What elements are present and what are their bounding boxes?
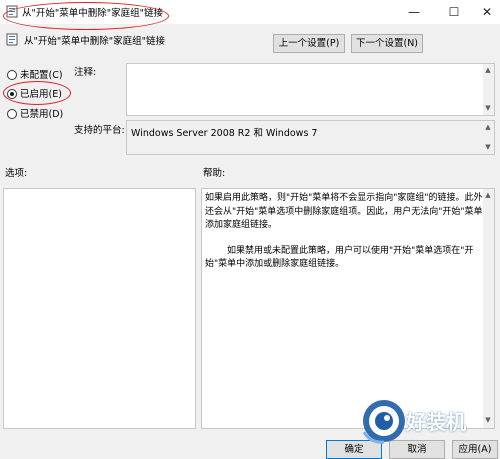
red-annotation-circle-title bbox=[3, 2, 169, 30]
radio-disabled[interactable]: 已禁用(D) bbox=[7, 106, 63, 120]
platform-scrollbar[interactable]: ▲ ▼ bbox=[483, 121, 494, 154]
scroll-down-icon[interactable]: ▼ bbox=[483, 143, 493, 151]
help-paragraph-2: 如果禁用或未配置此策略，用户可以使用"开始"菜单选项在"开始"菜单中添加或删除家… bbox=[205, 245, 474, 270]
options-pane bbox=[3, 188, 196, 429]
radio-label-disabled: 已禁用(D) bbox=[20, 109, 64, 120]
help-label: 帮助: bbox=[203, 168, 226, 179]
minimize-button[interactable]: — bbox=[397, 0, 431, 24]
scroll-up-icon[interactable]: ▲ bbox=[483, 66, 493, 74]
scroll-down-icon[interactable]: ▼ bbox=[483, 104, 493, 112]
red-annotation-circle-enabled bbox=[3, 81, 71, 105]
comment-textarea[interactable] bbox=[126, 63, 495, 116]
radio-not-configured[interactable]: 未配置(C) bbox=[7, 67, 63, 81]
radio-circle-not-configured[interactable] bbox=[7, 70, 17, 80]
watermark-logo-text: 好装机 bbox=[406, 410, 466, 434]
help-text: 如果启用此策略，则"开始"菜单将不会显示指向"家庭组"的链接。此外还会从"开始"… bbox=[205, 192, 485, 284]
close-button[interactable]: ✕ bbox=[470, 0, 500, 24]
scroll-up-icon[interactable]: ▲ bbox=[483, 123, 493, 131]
platform-value: Windows Server 2008 R2 和 Windows 7 bbox=[131, 128, 318, 139]
comment-scrollbar[interactable]: ▲ ▼ bbox=[483, 64, 494, 115]
options-label: 选项: bbox=[5, 168, 28, 179]
radio-circle-disabled[interactable] bbox=[7, 109, 17, 119]
setting-icon bbox=[6, 33, 18, 46]
next-setting-button[interactable]: 下一个设置(N) bbox=[351, 34, 423, 53]
setting-name: 从"开始"菜单中删除"家庭组"链接 bbox=[24, 36, 165, 47]
comment-label: 注释: bbox=[74, 67, 97, 78]
help-paragraph-1: 如果启用此策略，则"开始"菜单将不会显示指向"家庭组"的链接。此外还会从"开始"… bbox=[205, 193, 483, 230]
platform-label: 支持的平台: bbox=[74, 125, 125, 136]
scroll-up-icon[interactable]: ▲ bbox=[483, 191, 493, 199]
previous-setting-button[interactable]: 上一个设置(P) bbox=[273, 34, 345, 53]
maximize-button[interactable]: ☐ bbox=[437, 0, 471, 24]
help-scrollbar[interactable]: ▲ ▼ bbox=[483, 189, 494, 428]
radio-label-not-configured: 未配置(C) bbox=[20, 70, 63, 81]
